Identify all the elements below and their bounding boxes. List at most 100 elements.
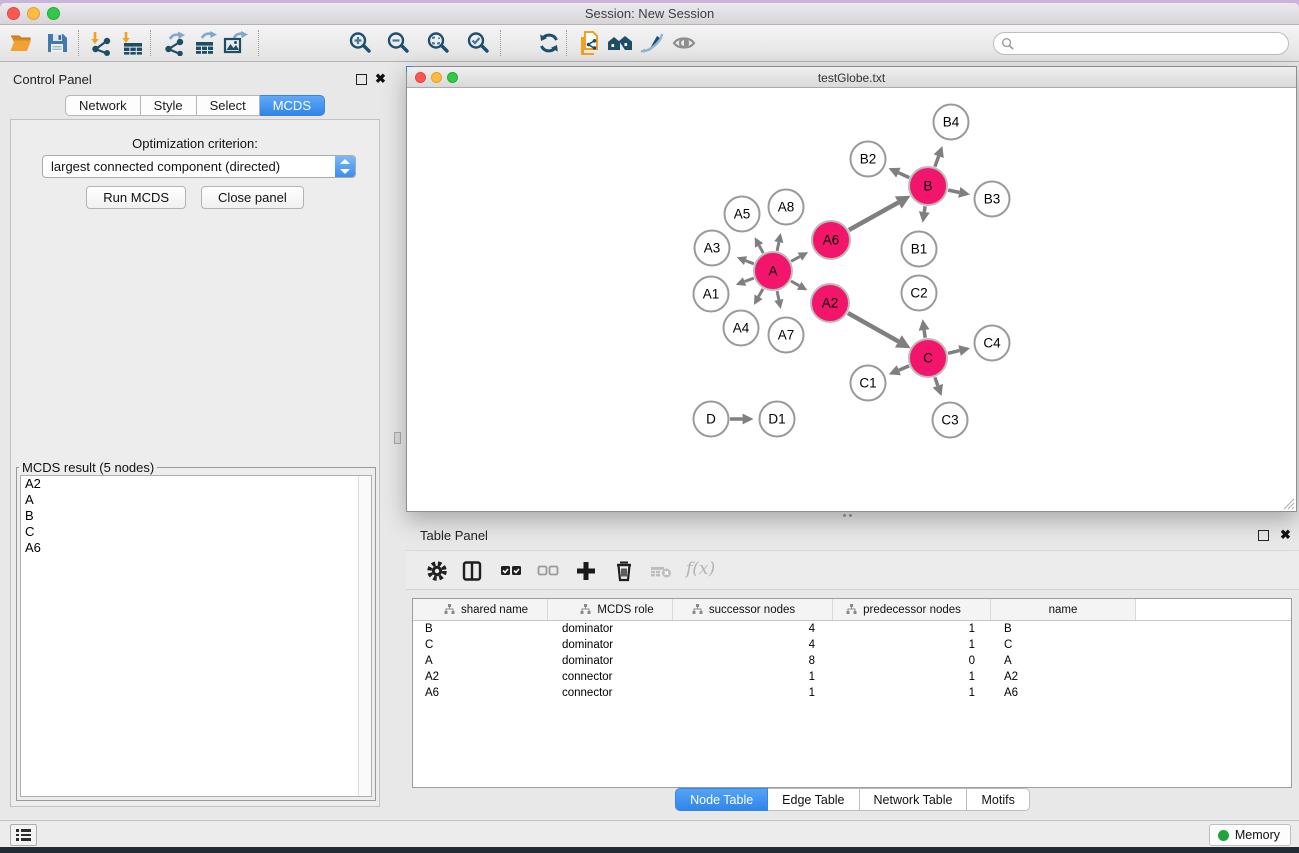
graph-node-C3[interactable]: C3: [933, 403, 968, 438]
run-mcds-button[interactable]: Run MCDS: [86, 186, 186, 209]
svg-text:A3: A3: [704, 241, 721, 256]
graph-node-A1[interactable]: A1: [694, 277, 729, 312]
graph-edge-A-A1: [736, 277, 754, 286]
graph-node-C4[interactable]: C4: [975, 326, 1010, 361]
control-panel-tabbar: Network Style Select MCDS: [0, 95, 390, 116]
graph-node-A4[interactable]: A4: [724, 311, 759, 346]
table-header-row: shared name MCDS role successor nodes pr…: [413, 599, 1291, 621]
close-panel-icon[interactable]: ✖: [375, 71, 386, 87]
graph-node-A2[interactable]: A2: [811, 284, 849, 322]
add-column-icon[interactable]: [574, 559, 598, 583]
column-header-predecessor-nodes[interactable]: predecessor nodes: [833, 599, 991, 620]
float-panel-icon[interactable]: [1258, 530, 1269, 541]
export-table-icon[interactable]: [192, 30, 218, 56]
zoom-fit-icon[interactable]: [425, 30, 451, 56]
delete-table-icon[interactable]: [649, 559, 673, 583]
result-item[interactable]: A: [21, 492, 371, 508]
graph-node-A[interactable]: A: [754, 252, 792, 290]
tab-node-table[interactable]: Node Table: [675, 788, 768, 811]
graph-node-B1[interactable]: B1: [902, 232, 937, 267]
network-canvas[interactable]: B4 B2 B B3 A8 A5 A6 A3 B1 A A1 C2 A2 A4 A7 C4 C C1 C3 D D1: [408, 89, 1295, 510]
search-field[interactable]: [993, 32, 1289, 55]
search-input[interactable]: [1014, 37, 1288, 51]
graph-edge-B-B2: [889, 168, 910, 178]
result-item[interactable]: A6: [21, 540, 371, 556]
graph-node-B[interactable]: B: [909, 167, 947, 205]
graph-edge-A2-C: [848, 313, 911, 348]
result-item[interactable]: A2: [21, 476, 371, 492]
graph-node-B2[interactable]: B2: [851, 142, 886, 177]
table-row[interactable]: B dominator 4 1 B: [413, 621, 1291, 637]
export-image-icon[interactable]: [222, 30, 248, 56]
open-session-icon[interactable]: [8, 30, 34, 56]
column-header-shared-name[interactable]: shared name: [413, 599, 548, 620]
duplicate-network-icon[interactable]: [577, 30, 603, 56]
tab-edge-table[interactable]: Edge Table: [768, 788, 859, 811]
window-resize-grip[interactable]: [1282, 497, 1295, 510]
graph-node-C[interactable]: C: [909, 339, 947, 377]
svg-text:B: B: [923, 179, 932, 194]
graph-edge-C-C1: [889, 365, 909, 375]
column-header-mcds-role[interactable]: MCDS role: [548, 599, 673, 620]
tab-network[interactable]: Network: [65, 95, 141, 116]
zoom-in-icon[interactable]: [347, 30, 373, 56]
tab-network-table[interactable]: Network Table: [860, 788, 968, 811]
show-columns-icon[interactable]: [460, 559, 484, 583]
graph-edge-A-A7: [774, 291, 783, 309]
table-row[interactable]: A6 connector 1 1 A6: [413, 685, 1291, 701]
delete-column-icon[interactable]: [612, 559, 636, 583]
column-header-name[interactable]: name: [991, 599, 1136, 620]
scrollbar-track[interactable]: [358, 476, 371, 796]
toggle-style-icon[interactable]: [638, 30, 664, 56]
tab-mcds[interactable]: MCDS: [260, 95, 325, 116]
graph-node-D1[interactable]: D1: [760, 402, 795, 437]
graph-node-A3[interactable]: A3: [695, 231, 730, 266]
toggle-visibility-icon[interactable]: [671, 30, 697, 56]
horizontal-splitter-handle[interactable]: [843, 514, 857, 518]
select-all-icon[interactable]: [499, 559, 523, 583]
import-table-icon[interactable]: [119, 30, 145, 56]
panel-list-icon[interactable]: [10, 824, 37, 846]
zoom-selected-icon[interactable]: [465, 30, 491, 56]
graph-node-A7[interactable]: A7: [769, 318, 804, 353]
table-row[interactable]: C dominator 4 1 C: [413, 637, 1291, 653]
refresh-icon[interactable]: [536, 30, 562, 56]
close-panel-icon[interactable]: ✖: [1280, 527, 1291, 543]
import-network-icon[interactable]: [88, 30, 114, 56]
graph-node-C1[interactable]: C1: [851, 366, 886, 401]
app-title: Session: New Session: [0, 6, 1299, 21]
graph-node-B4[interactable]: B4: [934, 105, 969, 140]
vertical-splitter-handle[interactable]: [394, 432, 401, 444]
graph-node-D[interactable]: D: [694, 402, 729, 437]
graph-edge-A-A8: [774, 233, 783, 251]
show-all-networks-icon[interactable]: [607, 30, 633, 56]
export-network-icon[interactable]: [161, 30, 187, 56]
table-row[interactable]: A dominator 8 0 A: [413, 653, 1291, 669]
result-item[interactable]: B: [21, 508, 371, 524]
app-window: Session: New Session: [0, 3, 1299, 847]
criterion-dropdown[interactable]: largest connected component (directed): [42, 155, 356, 178]
graph-node-C2[interactable]: C2: [902, 276, 937, 311]
memory-button[interactable]: Memory: [1209, 824, 1291, 846]
tab-motifs[interactable]: Motifs: [967, 788, 1029, 811]
function-builder-icon[interactable]: f(x): [686, 559, 715, 579]
table-settings-gear-icon[interactable]: [425, 559, 449, 583]
network-window-titlebar: testGlobe.txt: [407, 67, 1296, 88]
save-session-icon[interactable]: [44, 30, 70, 56]
graph-node-B3[interactable]: B3: [975, 182, 1010, 217]
tab-select[interactable]: Select: [197, 95, 260, 116]
deselect-all-icon[interactable]: [536, 559, 560, 583]
graph-edge-A-A3: [737, 256, 754, 265]
result-item[interactable]: C: [21, 524, 371, 540]
column-header-successor-nodes[interactable]: successor nodes: [673, 599, 833, 620]
graph-node-A5[interactable]: A5: [725, 197, 760, 232]
graph-node-A6[interactable]: A6: [812, 221, 850, 259]
zoom-out-icon[interactable]: [385, 30, 411, 56]
mcds-result-list: A2 A B C A6: [20, 475, 372, 797]
graph-node-A8[interactable]: A8: [769, 190, 804, 225]
table-row[interactable]: A2 connector 1 1 A2: [413, 669, 1291, 685]
tab-style[interactable]: Style: [141, 95, 197, 116]
close-panel-button[interactable]: Close panel: [201, 186, 304, 209]
float-panel-icon[interactable]: [356, 74, 367, 85]
control-panel: Control Panel ✖ Network Style Select MCD…: [0, 62, 390, 810]
